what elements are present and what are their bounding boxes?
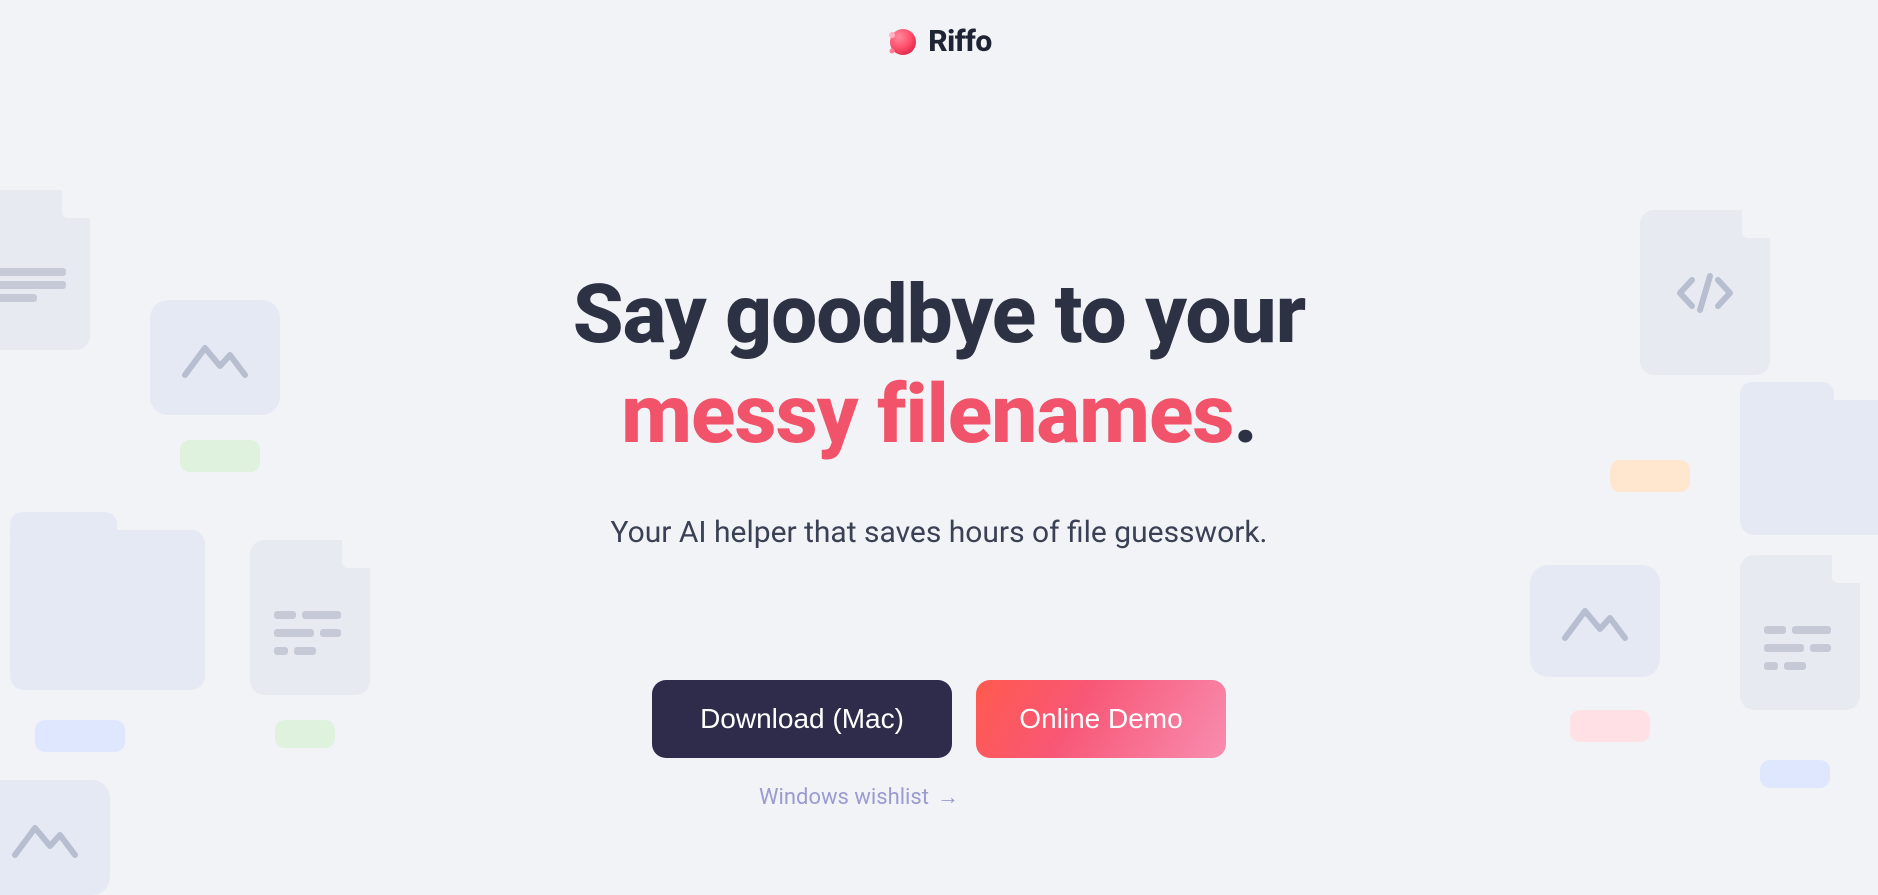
logo-icon bbox=[886, 26, 918, 58]
windows-wishlist-link[interactable]: Windows wishlist → bbox=[759, 784, 959, 810]
wishlist-label: Windows wishlist bbox=[759, 785, 929, 810]
hero-headline: Say goodbye to your messy filenames. bbox=[0, 265, 1878, 465]
header: Riffo bbox=[0, 0, 1878, 59]
arrow-right-icon: → bbox=[937, 784, 959, 810]
hero-headline-accent: messy filenames bbox=[621, 367, 1233, 463]
hero-subtitle: Your AI helper that saves hours of file … bbox=[0, 515, 1878, 550]
hero-headline-text: Say goodbye to your bbox=[573, 267, 1305, 363]
hero-section: Say goodbye to your messy filenames. You… bbox=[0, 265, 1878, 810]
brand-name: Riffo bbox=[928, 24, 992, 59]
cta-row: Download (Mac) Online Demo bbox=[0, 680, 1878, 758]
hero-headline-period: . bbox=[1234, 367, 1257, 463]
online-demo-button[interactable]: Online Demo bbox=[976, 680, 1226, 758]
download-button[interactable]: Download (Mac) bbox=[652, 680, 952, 758]
